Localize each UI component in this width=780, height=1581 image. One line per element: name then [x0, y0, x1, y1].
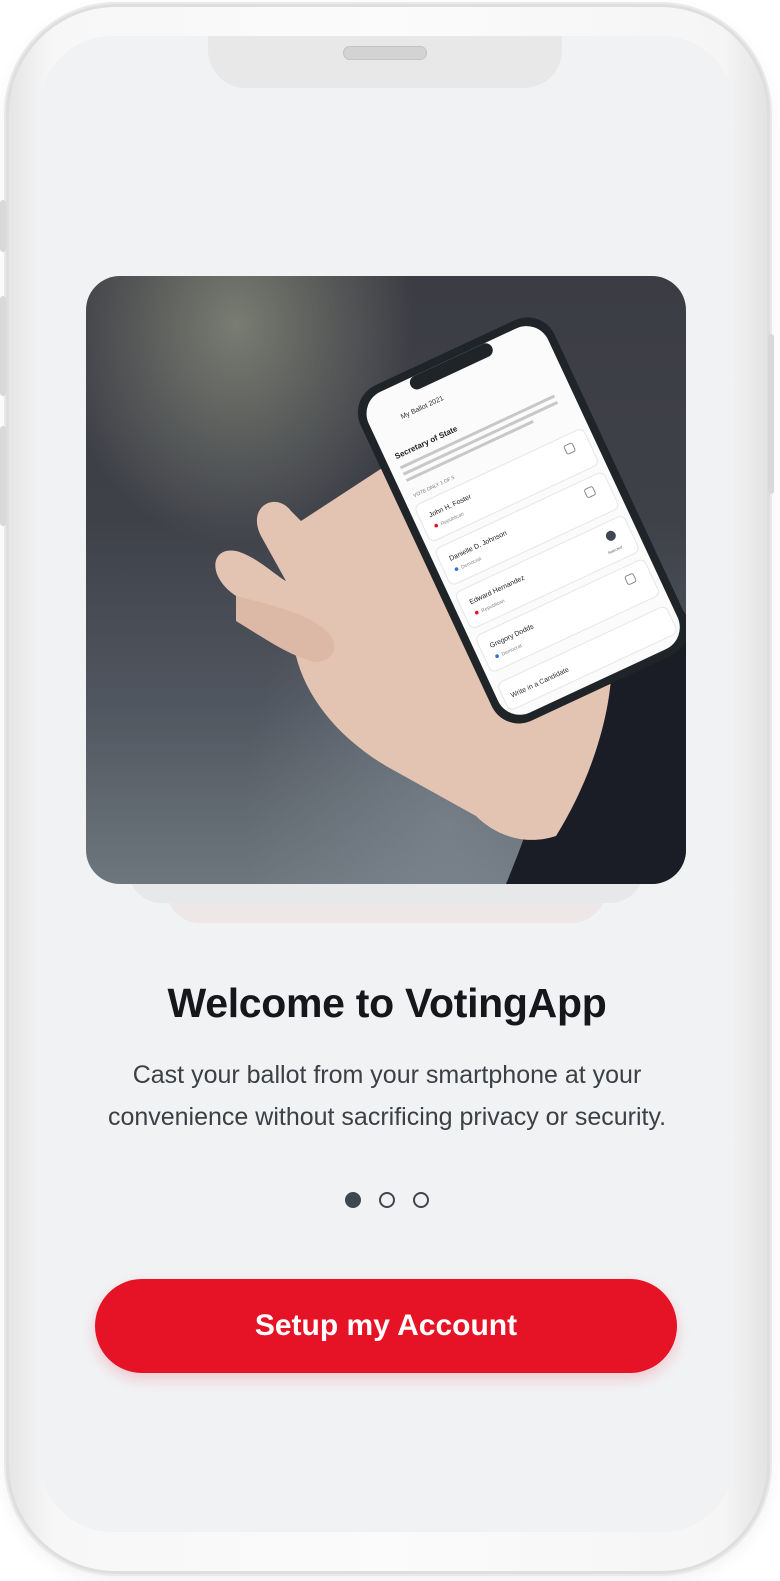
- hand-holding-phone-illustration: My Ballot 2021 Secretary of State VOTE O…: [215, 317, 686, 884]
- page-dot[interactable]: [413, 1192, 429, 1208]
- mute-switch: [0, 200, 6, 252]
- volume-up-button: [0, 296, 6, 396]
- app-screen: My Ballot 2021 Secretary of State VOTE O…: [40, 36, 734, 1532]
- page-indicator: [40, 1192, 734, 1212]
- welcome-subtitle: Cast your ballot from your smartphone at…: [107, 1061, 667, 1131]
- volume-down-button: [0, 426, 6, 526]
- setup-account-button[interactable]: Setup my Account: [95, 1279, 677, 1373]
- page-dot[interactable]: [379, 1192, 395, 1208]
- page-dot[interactable]: [345, 1192, 361, 1208]
- notch: [208, 36, 562, 88]
- speaker-grille: [343, 46, 427, 60]
- welcome-title: Welcome to VotingApp: [167, 980, 607, 1026]
- power-button: [768, 334, 774, 494]
- onboarding-hero-image: My Ballot 2021 Secretary of State VOTE O…: [86, 276, 686, 884]
